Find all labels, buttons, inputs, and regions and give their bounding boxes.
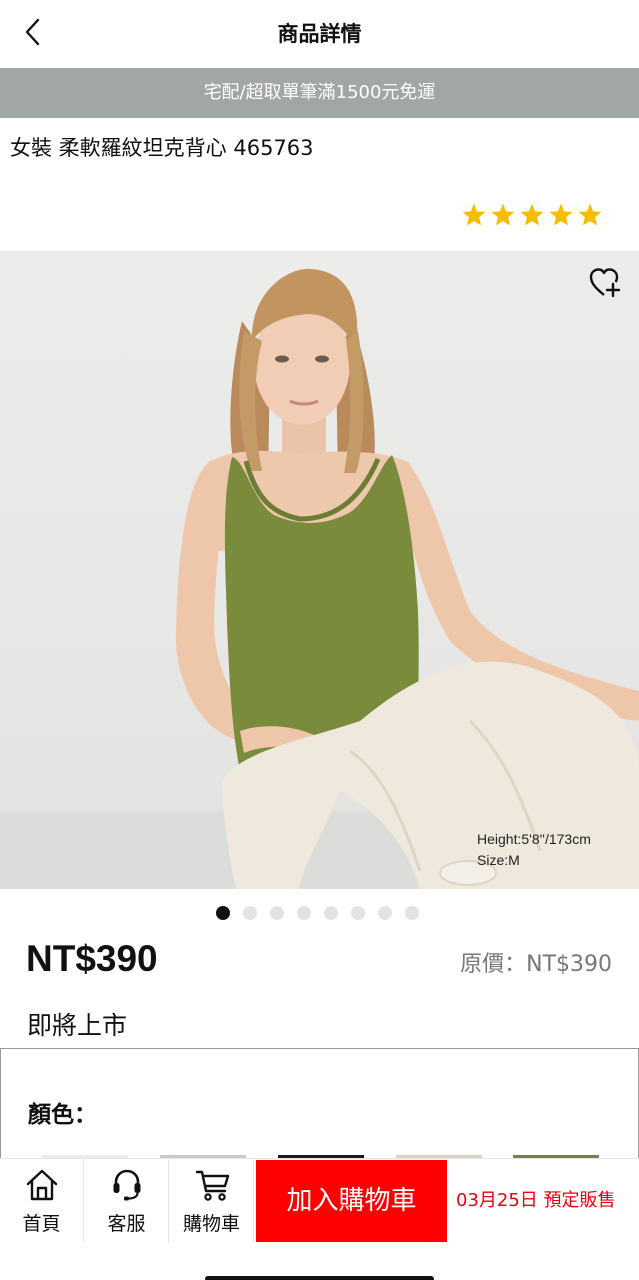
model-height: Height:5'8''/173cm xyxy=(477,831,591,847)
product-title: 女裝 柔軟羅紋坦克背心 465763 xyxy=(10,136,314,160)
home-icon xyxy=(26,1169,58,1201)
carousel-indicator xyxy=(216,906,419,920)
star-icon xyxy=(578,203,602,226)
nav-cart-label: 購物車 xyxy=(182,1213,240,1235)
carousel-dot[interactable] xyxy=(243,906,257,920)
shipping-promo-banner: 宅配/超取單筆滿1500元免運 xyxy=(0,68,639,118)
original-price: 原價：NT$390 xyxy=(460,952,612,977)
cart-icon xyxy=(195,1170,230,1201)
product-photo xyxy=(175,268,639,889)
star-icon xyxy=(491,203,515,226)
carousel-dot[interactable] xyxy=(216,906,230,920)
carousel-dot[interactable] xyxy=(351,906,365,920)
add-to-wishlist-button[interactable] xyxy=(587,265,623,301)
carousel-dot[interactable] xyxy=(405,906,419,920)
availability-status: 即將上市 xyxy=(27,1011,128,1040)
star-icon xyxy=(520,203,544,226)
presale-date: 03月25日 預定販售 xyxy=(456,1190,616,1211)
nav-home-label: 首頁 xyxy=(22,1213,61,1235)
star-icon xyxy=(549,203,573,226)
top-header: 商品詳情 xyxy=(0,0,639,68)
home-indicator xyxy=(205,1276,434,1280)
nav-cart[interactable]: 購物車 xyxy=(170,1159,254,1243)
bottom-action-bar: 首頁 客服 購物車 加入購物車 03月25日 預定販售 xyxy=(0,1158,639,1243)
carousel-dot[interactable] xyxy=(270,906,284,920)
product-price: NT$390 xyxy=(26,938,158,979)
carousel-dot[interactable] xyxy=(378,906,392,920)
nav-customer-service[interactable]: 客服 xyxy=(85,1159,169,1243)
color-label: 顏色： xyxy=(28,1102,97,1128)
heart-plus-icon xyxy=(589,268,621,298)
model-info: Height:5'8''/173cm Size:M xyxy=(477,829,591,871)
star-icon xyxy=(462,203,486,226)
nav-home[interactable]: 首頁 xyxy=(0,1159,84,1243)
carousel-dot[interactable] xyxy=(324,906,338,920)
carousel-dot[interactable] xyxy=(297,906,311,920)
nav-service-label: 客服 xyxy=(107,1213,146,1235)
model-size: Size:M xyxy=(477,852,520,868)
headset-icon xyxy=(113,1169,141,1201)
add-to-cart-button[interactable]: 加入購物車 xyxy=(256,1160,447,1242)
rating-stars xyxy=(461,202,603,228)
page-title: 商品詳情 xyxy=(277,22,362,46)
product-image-carousel[interactable]: Height:5'8''/173cm Size:M xyxy=(0,251,639,889)
